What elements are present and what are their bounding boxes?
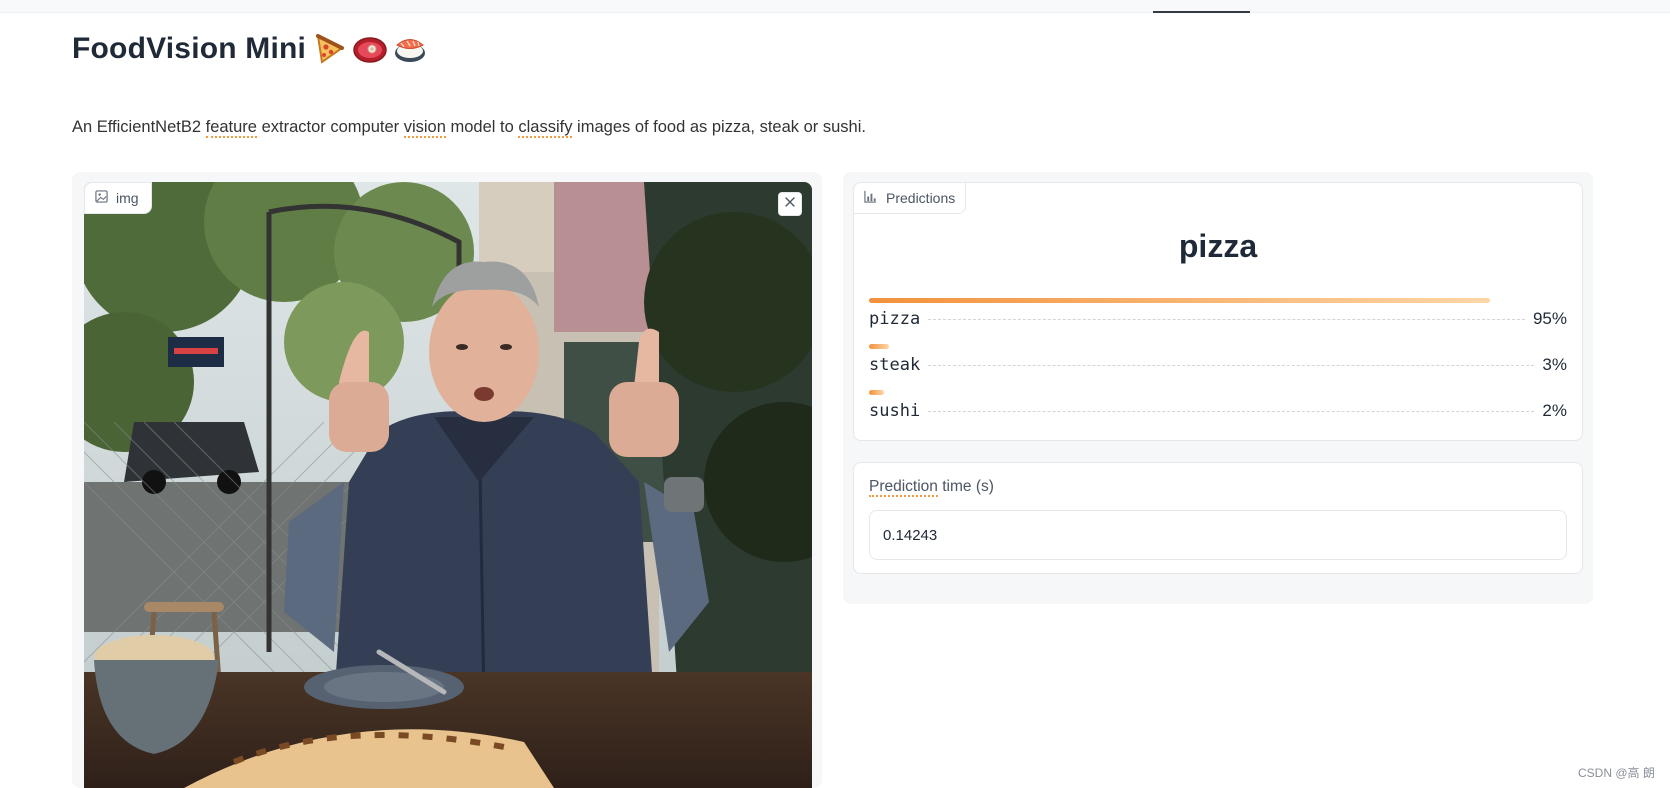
prediction-time-value: 0.14243 — [883, 526, 938, 544]
confidence-row-steak: steak 3% — [869, 344, 1567, 375]
confidence-leader — [928, 319, 1525, 320]
description-part3: model to — [445, 118, 519, 136]
confidence-bar — [869, 390, 885, 395]
image-icon — [95, 190, 108, 206]
steak-emoji-icon — [352, 32, 387, 66]
confidence-label: sushi — [869, 401, 921, 421]
confidence-label: steak — [869, 355, 921, 375]
page-title: FoodVision Mini — [72, 32, 426, 66]
top-prediction: pizza — [1178, 228, 1258, 264]
prediction-time-label-rest: time (s) — [937, 478, 994, 495]
close-icon — [784, 195, 796, 213]
confidence-bar — [869, 298, 1490, 303]
confidence-value: 95% — [1532, 309, 1567, 328]
food-photo — [84, 182, 812, 788]
uploaded-image[interactable] — [84, 182, 812, 788]
watermark: CSDN @高 朗 — [1578, 766, 1655, 780]
clear-image-button[interactable] — [778, 192, 802, 216]
description-part4: images of food as pizza, steak or sushi. — [572, 118, 866, 136]
confidence-row-sushi: sushi 2% — [869, 390, 1567, 421]
confidence-bar — [869, 344, 889, 349]
confidence-row-pizza: pizza 95% — [869, 298, 1567, 329]
active-tab-indicator — [1153, 11, 1250, 13]
confidence-value: 2% — [1542, 401, 1567, 420]
confidence-leader — [928, 365, 1535, 366]
description-vision: vision — [403, 118, 446, 138]
prediction-time-output[interactable]: 0.14243 — [869, 510, 1567, 560]
confidence-label: pizza — [869, 309, 921, 329]
confidence-value: 3% — [1542, 355, 1567, 374]
prediction-time-label: Prediction time (s) — [869, 478, 994, 497]
predictions-label-text: Predictions — [886, 190, 956, 206]
sushi-emoji-icon — [392, 32, 426, 66]
image-input-label-text: img — [116, 190, 139, 206]
description-classify: classify — [518, 118, 573, 138]
prediction-time-label-word: Prediction — [869, 478, 938, 497]
page-title-text: FoodVision Mini — [72, 32, 307, 65]
description-part1: An EfficientNetB2 — [72, 118, 206, 136]
description-feature: feature — [205, 118, 257, 138]
pizza-emoji-icon — [312, 32, 346, 66]
app-description: An EfficientNetB2 feature extractor comp… — [72, 118, 866, 138]
confidence-leader — [928, 411, 1535, 412]
bar-chart-icon — [864, 190, 877, 206]
predictions-label: Predictions — [853, 182, 967, 214]
description-part2: extractor computer — [256, 118, 404, 136]
image-input-label: img — [84, 182, 152, 214]
top-navigation-bar — [0, 0, 1670, 13]
